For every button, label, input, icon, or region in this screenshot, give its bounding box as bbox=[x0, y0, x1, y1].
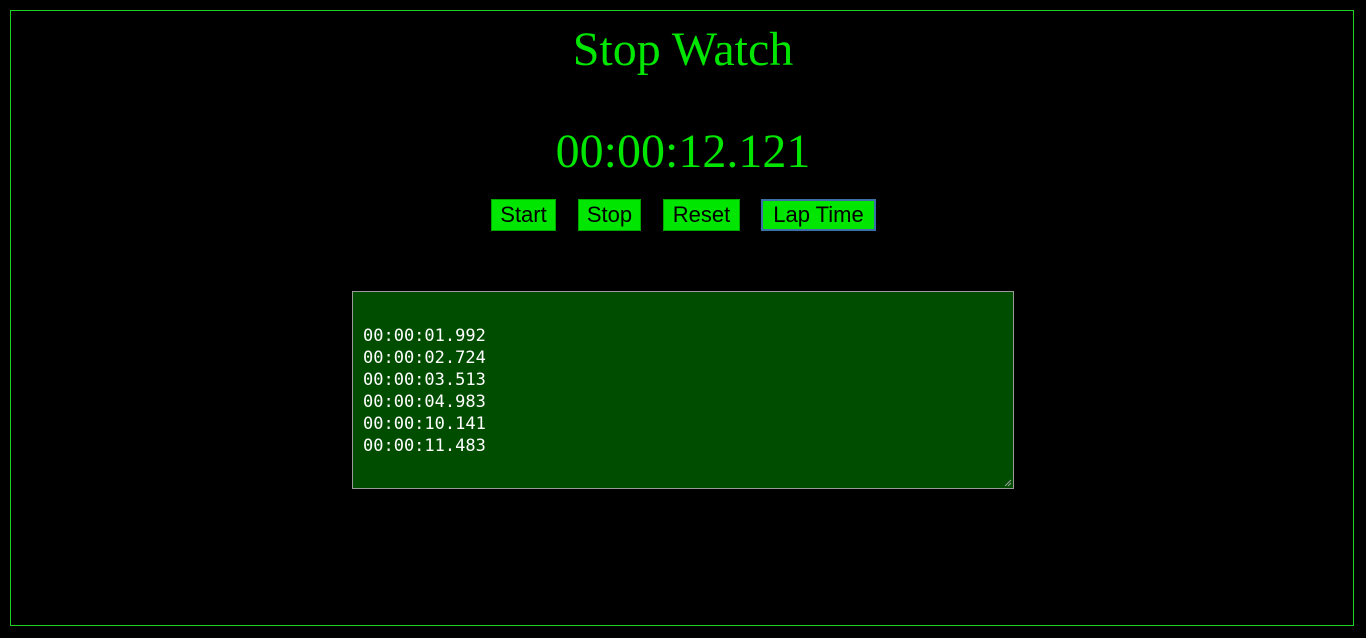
reset-button[interactable]: Reset bbox=[663, 199, 740, 231]
start-button[interactable]: Start bbox=[491, 199, 556, 231]
control-bar: Start Stop Reset Lap Time bbox=[0, 199, 1366, 231]
lap-time-entry: 00:00:02.724 bbox=[363, 348, 486, 368]
stopwatch-display: 00:00:12.121 bbox=[555, 125, 811, 178]
lap-time-entry: 00:00:10.141 bbox=[363, 414, 486, 434]
lap-times-textarea[interactable]: 00:00:01.992 00:00:02.724 00:00:03.513 0… bbox=[352, 291, 1014, 489]
lap-time-entry: 00:00:04.983 bbox=[363, 392, 486, 412]
lap-time-entry: 00:00:01.992 bbox=[363, 326, 486, 346]
resize-grip-icon[interactable] bbox=[1004, 479, 1012, 487]
lap-time-button[interactable]: Lap Time bbox=[761, 199, 876, 231]
lap-time-entry: 00:00:03.513 bbox=[363, 370, 486, 390]
lap-time-entry: 00:00:11.483 bbox=[363, 436, 486, 456]
page-title: Stop Watch bbox=[572, 23, 794, 76]
stop-button[interactable]: Stop bbox=[578, 199, 641, 231]
